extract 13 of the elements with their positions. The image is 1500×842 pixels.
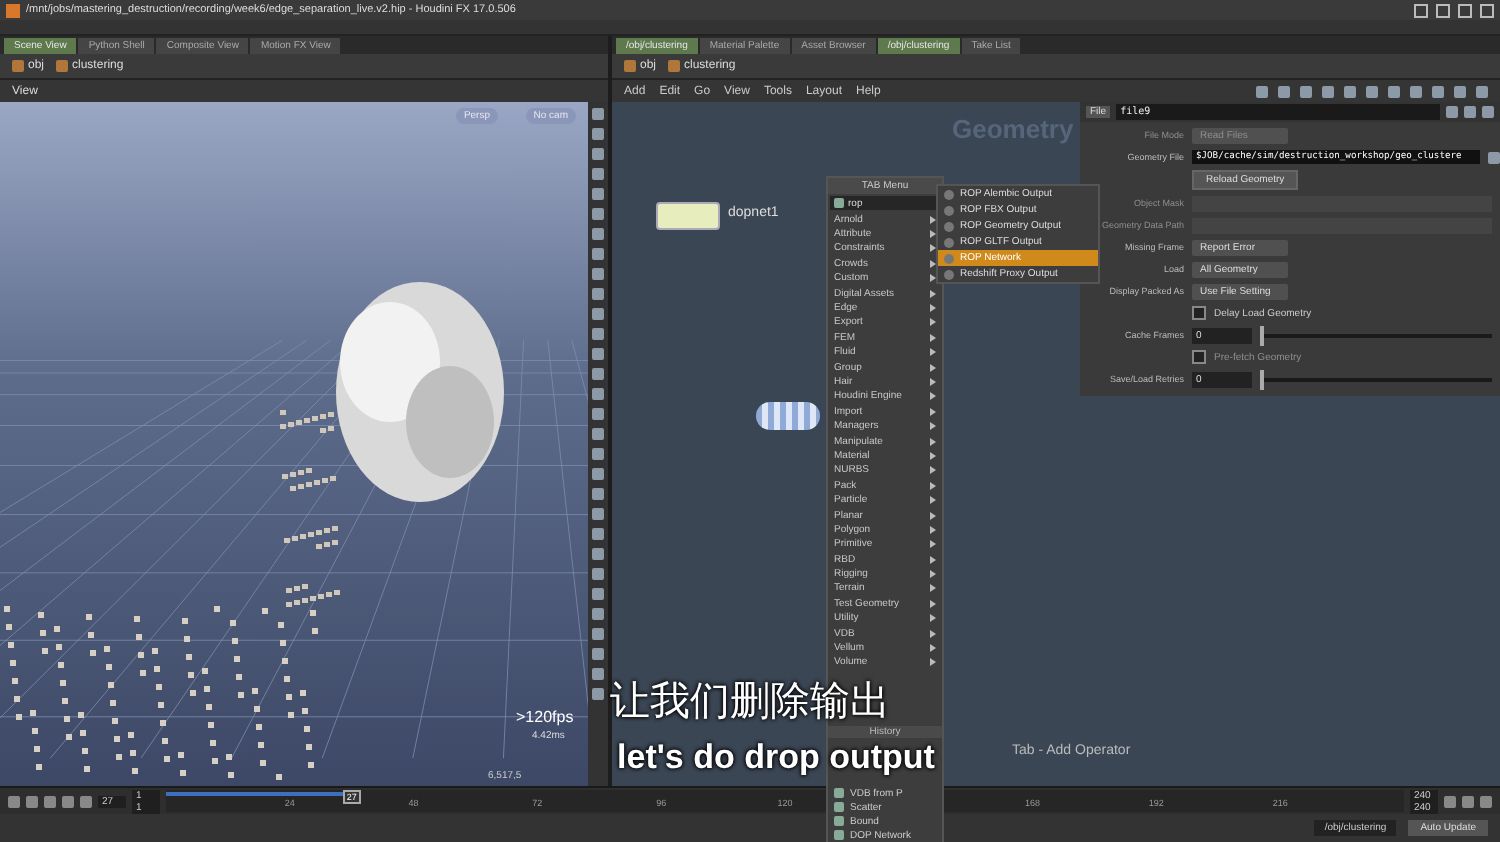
folder-icon — [668, 60, 681, 72]
node[interactable] — [756, 402, 820, 430]
node[interactable] — [656, 202, 720, 230]
folder-icon — [56, 60, 69, 72]
slider-handle[interactable] — [1260, 325, 1264, 345]
folder-icon — [624, 60, 636, 72]
checkbox[interactable] — [1192, 306, 1206, 320]
subtitle-overlay: 让我们删除输出 — [610, 680, 890, 720]
app-logo-icon — [6, 3, 20, 17]
fps-readout: >120fps — [516, 708, 574, 726]
slider-handle[interactable] — [1260, 369, 1264, 389]
folder-icon — [12, 60, 24, 72]
subtitle-overlay: let's do drop output — [617, 740, 935, 774]
